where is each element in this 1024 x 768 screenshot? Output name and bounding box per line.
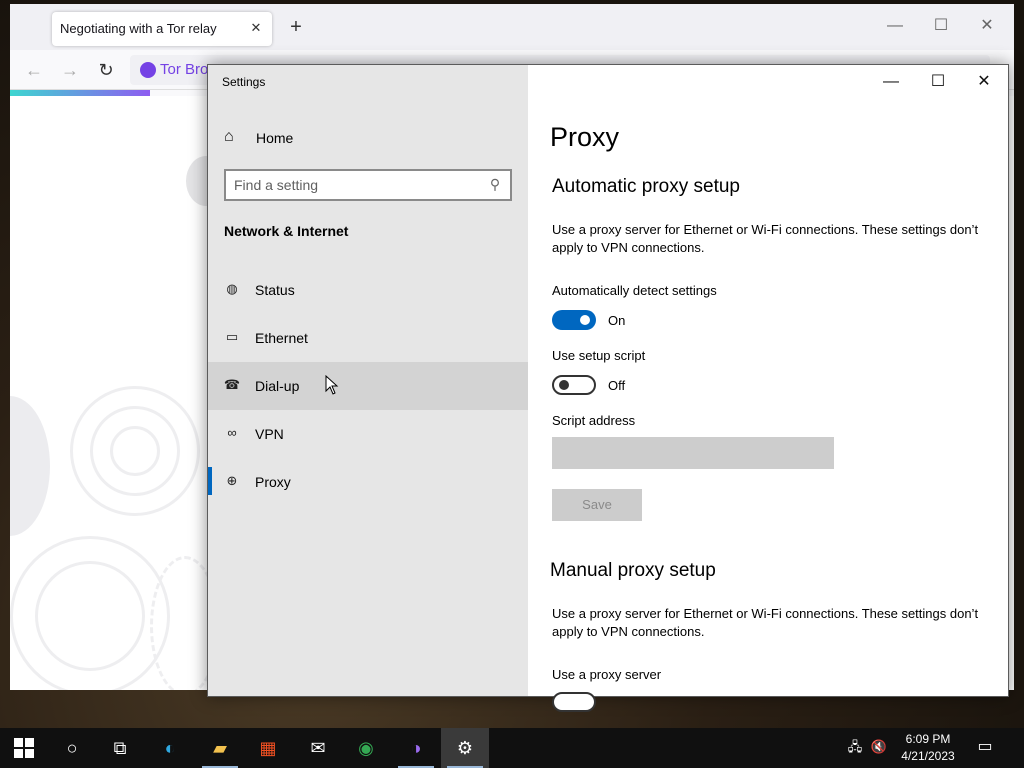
browser-minimize-icon[interactable]: — [880,14,910,38]
cortana-button[interactable]: ○ [48,728,96,768]
tor-browser-button[interactable]: ◑ [392,728,440,768]
chrome-icon: ◉ [358,738,374,758]
tor-identity-chip[interactable]: Tor Bro [134,59,214,81]
back-icon[interactable]: ← [22,58,46,82]
search-icon[interactable]: ⚲ [486,176,504,194]
nav-label: Proxy [255,474,291,490]
detect-settings-state: On [608,313,626,328]
auto-proxy-heading: Automatic proxy setup [552,176,740,197]
store-icon: ▦ [259,738,277,758]
ethernet-icon: ▭ [225,329,239,344]
page-title: Proxy [550,122,620,152]
nav-label: Dial-up [255,378,300,394]
browser-tab-title: Negotiating with a Tor relay [60,21,217,36]
browser-tab[interactable]: Negotiating with a Tor relay ✕ [52,12,272,46]
use-proxy-label: Use a proxy server [552,667,662,682]
setup-script-state: Off [608,378,626,393]
start-button[interactable] [0,728,48,768]
detect-settings-toggle[interactable] [552,310,596,330]
tor-browser-icon: ◑ [410,738,422,758]
settings-sidebar: Settings ⌂ Home ⚲ Network & Internet ◍ S… [208,65,528,696]
task-view-icon: ⧉ [113,738,127,758]
setup-script-label: Use setup script [552,348,646,363]
new-tab-icon[interactable]: + [284,16,308,40]
tor-onion-icon [140,62,156,78]
clock-time: 6:09 PM [905,732,951,746]
setup-script-toggle[interactable] [552,375,596,395]
search-input[interactable] [234,176,474,194]
mouse-cursor-icon [325,375,339,395]
taskbar: ○ ⧉ ◐ ▰ ▦ ✉ ◉ ◑ ⚙ 🖧 🔇 6:09 PM 4/21/2023 … [0,728,1024,768]
nav-label: Ethernet [255,330,308,346]
nav-item-ethernet[interactable]: ▭ Ethernet [208,314,528,362]
network-icon[interactable]: 🖧 [846,738,864,756]
tor-chip-label: Tor Bro [160,61,209,78]
detect-settings-label: Automatically detect settings [552,283,717,298]
store-button[interactable]: ▦ [244,728,292,768]
script-address-field[interactable] [552,437,834,469]
reload-icon[interactable]: ↻ [94,58,118,82]
nav-label: Status [255,282,295,298]
chrome-button[interactable]: ◉ [342,728,390,768]
cortana-icon: ○ [66,738,78,758]
tab-close-icon[interactable]: ✕ [246,18,266,38]
home-label: Home [256,130,294,146]
home-icon: ⌂ [224,128,234,145]
notifications-icon[interactable]: ▭ [976,738,994,756]
nav-item-vpn[interactable]: ∞ VPN [208,410,528,458]
file-explorer-button[interactable]: ▰ [196,728,244,768]
script-address-label: Script address [552,413,636,428]
clock[interactable]: 6:09 PM 4/21/2023 [890,731,966,765]
dialup-icon: ☎ [223,377,241,392]
nav-home[interactable]: ⌂ Home [208,121,528,157]
nav-item-dialup[interactable]: ☎ Dial-up [208,362,528,410]
edge-button[interactable]: ◐ [146,728,194,768]
clock-date: 4/21/2023 [901,749,955,763]
decor-shape [10,396,50,536]
manual-proxy-heading: Manual proxy setup [550,560,716,581]
volume-muted-icon[interactable]: 🔇 [870,738,888,756]
settings-content: Proxy Automatic proxy setup Use a proxy … [528,65,1008,712]
browser-tabbar: Negotiating with a Tor relay ✕ + — ☐ ✕ [10,4,1014,50]
vpn-icon: ∞ [227,425,237,440]
file-explorer-icon: ▰ [213,738,227,758]
section-title: Network & Internet [224,223,349,239]
settings-icon: ⚙ [456,738,474,758]
forward-icon[interactable]: → [58,58,82,82]
save-button[interactable]: Save [552,489,642,521]
globe-icon: ⊕ [226,473,238,488]
auto-proxy-description: Use a proxy server for Ethernet or Wi-Fi… [552,222,979,255]
toggle-knob [559,380,569,390]
nav-label: VPN [255,426,284,442]
search-box[interactable]: ⚲ [224,169,512,201]
mail-button[interactable]: ✉ [294,728,342,768]
browser-close-icon[interactable]: ✕ [972,14,1002,38]
nav-item-proxy[interactable]: ⊕ Proxy [208,458,528,506]
start-icon [14,738,34,758]
globe-status-icon: ◍ [226,281,238,296]
window-title: Settings [222,75,266,89]
edge-icon: ◐ [164,738,176,758]
decor-ring [110,426,160,476]
browser-maximize-icon[interactable]: ☐ [926,14,956,38]
decor-ring [35,561,145,671]
manual-proxy-description: Use a proxy server for Ethernet or Wi-Fi… [552,606,979,639]
settings-taskbar-button[interactable]: ⚙ [441,728,489,768]
mail-icon: ✉ [310,738,326,758]
use-proxy-toggle[interactable] [552,692,596,712]
selection-indicator [208,467,212,495]
task-view-button[interactable]: ⧉ [96,728,144,768]
nav-item-status[interactable]: ◍ Status [208,266,528,314]
toggle-knob [580,315,590,325]
